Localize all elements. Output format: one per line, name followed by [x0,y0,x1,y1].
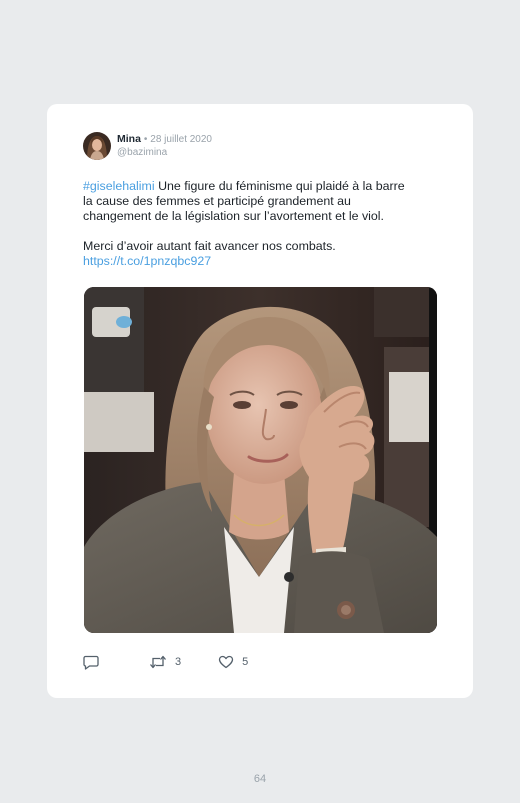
heart-icon [218,655,234,669]
tweet-header: Mina • 28 juillet 2020 @bazimina [83,131,212,161]
retweet-button[interactable]: 3 [149,655,181,669]
tweet-text-line-4: Merci d’avoir autant fait avancer nos co… [83,239,336,253]
page-number: 64 [253,773,267,785]
tweet-card: Mina • 28 juillet 2020 @bazimina #gisele… [47,104,473,698]
like-button[interactable]: 5 [218,655,248,669]
reply-button[interactable] [83,655,99,670]
tweet-text-line-2: la cause des femmes et participé grandem… [83,194,351,208]
author-line: Mina • 28 juillet 2020 [117,133,212,146]
tweet-text-line-1: #giselehalimi Une figure du féminisme qu… [83,179,438,194]
tweet-text-line-3: changement de la législation sur l’avort… [83,209,384,223]
tweet-date: 28 juillet 2020 [150,134,212,145]
avatar[interactable] [83,132,111,160]
author-name[interactable]: Mina [117,133,141,145]
tweet-text-segment-1: Une figure du féminisme qui plaidé à la … [154,179,405,193]
tweet-actions: 3 5 [83,653,248,671]
separator: • [143,134,148,145]
hashtag-link[interactable]: #giselehalimi [83,179,155,193]
like-count: 5 [242,656,249,668]
tweet-url-link[interactable]: https://t.co/1pnzqbc927 [83,254,438,269]
tweet-photo[interactable] [84,287,437,633]
author-meta: Mina • 28 juillet 2020 @bazimina [117,133,212,159]
reply-icon [83,655,99,670]
retweet-count: 3 [175,656,182,668]
retweet-icon [149,655,167,669]
author-handle[interactable]: @bazimina [117,146,212,159]
tweet-text: #giselehalimi Une figure du féminisme qu… [83,179,438,269]
